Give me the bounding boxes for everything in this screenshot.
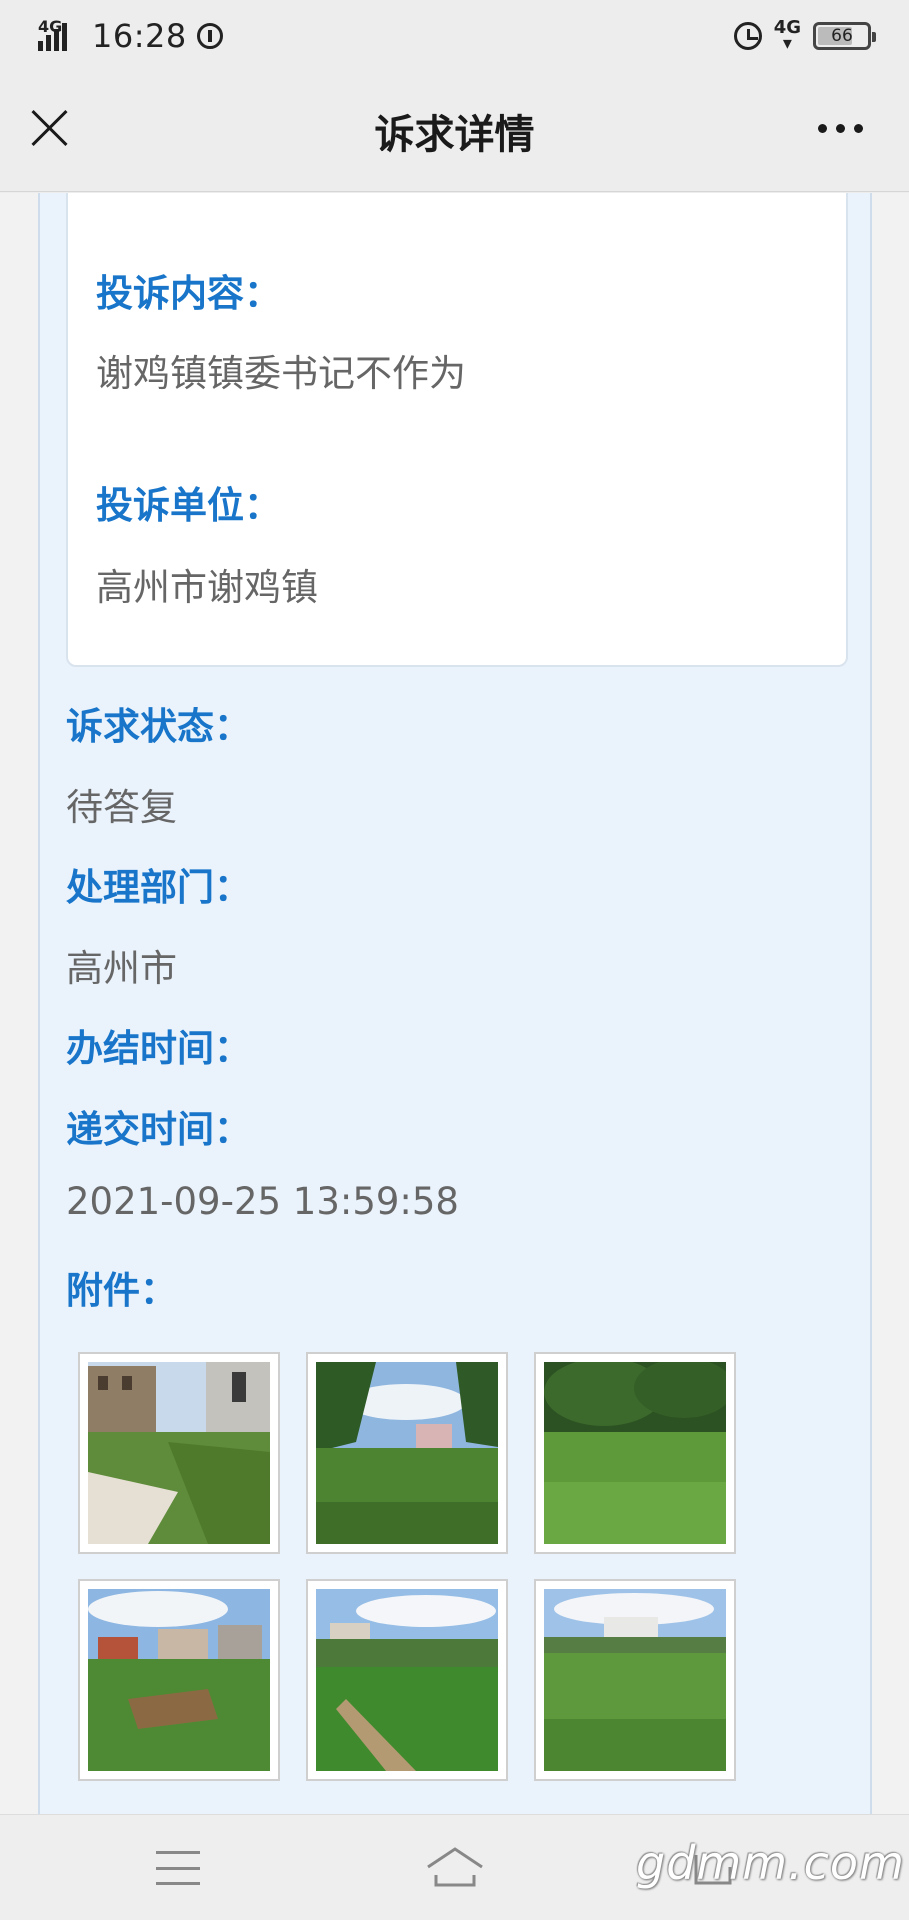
complaint-content-label: 投诉内容： [96,272,281,315]
watermark: gdmm.com [636,1836,905,1890]
complaint-content-value: 谢鸡镇镇委书记不作为 [96,352,466,395]
attachment-thumbnail[interactable] [78,1579,280,1781]
complaint-unit-value: 高州市谢鸡镇 [96,566,318,609]
complaint-card: 投诉内容： 谢鸡镇镇委书记不作为 投诉单位： 高州市谢鸡镇 [66,193,848,667]
completed-time-label: 办结时间： [66,1027,251,1070]
network-type: 4G [38,17,63,36]
clock: 16:28 [92,17,187,55]
photo-image [316,1362,498,1544]
attachment-thumbnail[interactable] [534,1579,736,1781]
photo-image [316,1589,498,1771]
submitted-time-value: 2021-09-25 13:59:58 [66,1180,459,1223]
battery-level: 66 [831,26,853,46]
home-icon[interactable] [424,1845,486,1889]
menu-icon[interactable] [156,1851,200,1885]
status-value: 待答复 [66,786,177,829]
department-value: 高州市 [66,947,177,990]
photo-image [88,1362,270,1544]
photo-image [88,1589,270,1771]
nav-bar: 诉求详情 [0,72,909,192]
alarm-icon [733,22,762,50]
photo-image [544,1589,726,1771]
attachment-thumbnail[interactable] [78,1352,280,1554]
content-area[interactable]: 投诉内容： 谢鸡镇镇委书记不作为 投诉单位： 高州市谢鸡镇 诉求状态： 待答复 … [0,193,909,1814]
notification-icon [196,23,223,49]
signal-icon: 4G [38,17,82,51]
submitted-time-label: 递交时间： [66,1108,251,1151]
page-title: 诉求详情 [374,112,535,158]
network-type-right: 4G ▾ [773,17,801,54]
status-left: 4G 16:28 [38,14,223,58]
complaint-unit-label: 投诉单位： [96,484,281,527]
detail-panel: 投诉内容： 谢鸡镇镇委书记不作为 投诉单位： 高州市谢鸡镇 诉求状态： 待答复 … [38,193,872,1814]
battery-icon: 66 [813,22,876,50]
department-label: 处理部门： [66,866,251,909]
status-right: 4G ▾ 66 [733,17,876,54]
attachments-label: 附件： [66,1269,177,1312]
attachment-thumbnail[interactable] [306,1579,508,1781]
status-label: 诉求状态： [66,705,251,748]
attachment-thumbnail[interactable] [534,1352,736,1554]
attachment-thumbnail[interactable] [306,1352,508,1554]
status-bar: 4G 16:28 4G ▾ 66 [0,0,909,72]
more-options-button[interactable] [818,124,863,133]
photo-image [544,1362,726,1544]
